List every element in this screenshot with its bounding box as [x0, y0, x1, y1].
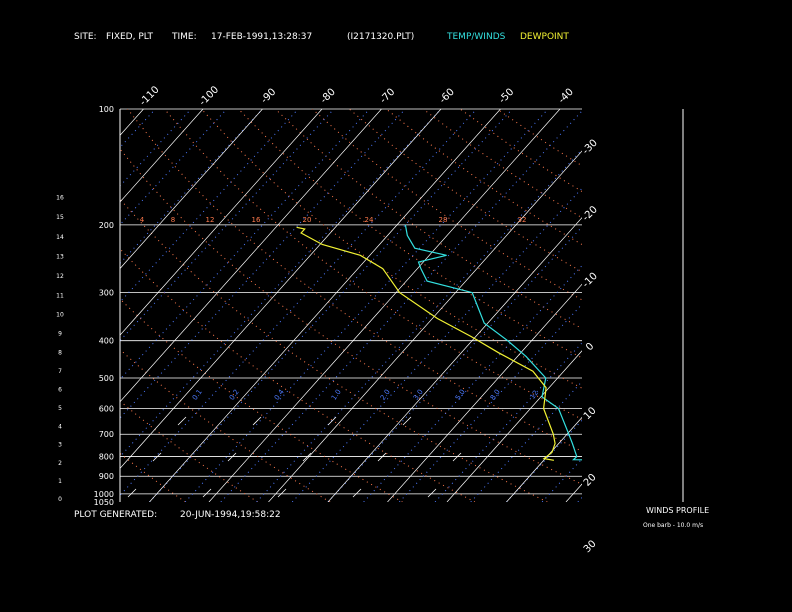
pressure-tick-label: 800: [99, 453, 114, 462]
legend-temp-winds: TEMP/WINDS: [447, 32, 506, 42]
pressure-tick-label: 200: [99, 221, 114, 230]
plot-generated-label: PLOT GENERATED:: [74, 510, 158, 520]
dry-adiabat-label: 20: [303, 216, 312, 224]
pressure-tick-label: 300: [99, 289, 114, 298]
dry-adiabat-label: 24: [365, 216, 374, 224]
height-tick-label: 16: [56, 195, 64, 202]
height-tick-label: 13: [56, 254, 64, 261]
height-tick-label: 3: [58, 442, 62, 449]
site-value: FIXED, PLT: [106, 32, 154, 42]
height-tick-label: 9: [58, 330, 62, 337]
height-tick-label: 6: [58, 387, 62, 394]
time-value: 17-FEB-1991,13:28:37: [211, 32, 313, 42]
height-tick-label: 1: [58, 478, 62, 485]
pressure-tick-label: 500: [99, 374, 114, 383]
pressure-tick-label: 1050: [94, 498, 114, 507]
height-tick-label: 11: [56, 292, 64, 299]
skewt-diagram: 100 200 300 400 500 600 700 800 900 1000 1050 0 1 2 3 4…: [0, 0, 792, 612]
height-tick-label: 12: [56, 273, 64, 280]
height-tick-label: 8: [58, 349, 62, 356]
legend-dewpoint: DEWPOINT: [520, 32, 569, 42]
chart-background: [0, 0, 792, 612]
winds-profile-title: WINDS PROFILE: [646, 506, 710, 515]
dry-adiabat-label: 8: [171, 216, 175, 224]
pressure-tick-label: 900: [99, 472, 114, 481]
height-tick-label: 7: [58, 368, 62, 375]
height-tick-label: 5: [58, 405, 62, 412]
height-tick-label: 0: [58, 496, 62, 503]
height-tick-label: 10: [56, 312, 64, 319]
dry-adiabat-label: 28: [439, 216, 448, 224]
site-label: SITE:: [74, 32, 97, 42]
pressure-tick-label: 600: [99, 404, 114, 413]
barb-scale-note: One barb - 10.0 m/s: [643, 522, 704, 529]
pressure-tick-label: 100: [99, 105, 114, 114]
dry-adiabat-label: 12: [206, 216, 215, 224]
skewt-chart: 1002003004005006007008009001000105001234…: [0, 0, 792, 612]
height-tick-label: 4: [58, 423, 62, 430]
pressure-tick-label: 400: [99, 337, 114, 346]
height-tick-label: 2: [58, 460, 62, 467]
dry-adiabat-label: 4: [140, 216, 145, 224]
dry-adiabat-label: 16: [252, 216, 261, 224]
plot-generated-value: 20-JUN-1994,19:58:22: [180, 510, 281, 520]
pressure-tick-label: 700: [99, 430, 114, 439]
time-label: TIME:: [172, 32, 197, 42]
dry-adiabat-label: 32: [518, 216, 527, 224]
height-tick-label: 15: [56, 214, 64, 221]
height-tick-label: 14: [56, 234, 64, 241]
file-name: (I2171320.PLT): [347, 32, 415, 42]
